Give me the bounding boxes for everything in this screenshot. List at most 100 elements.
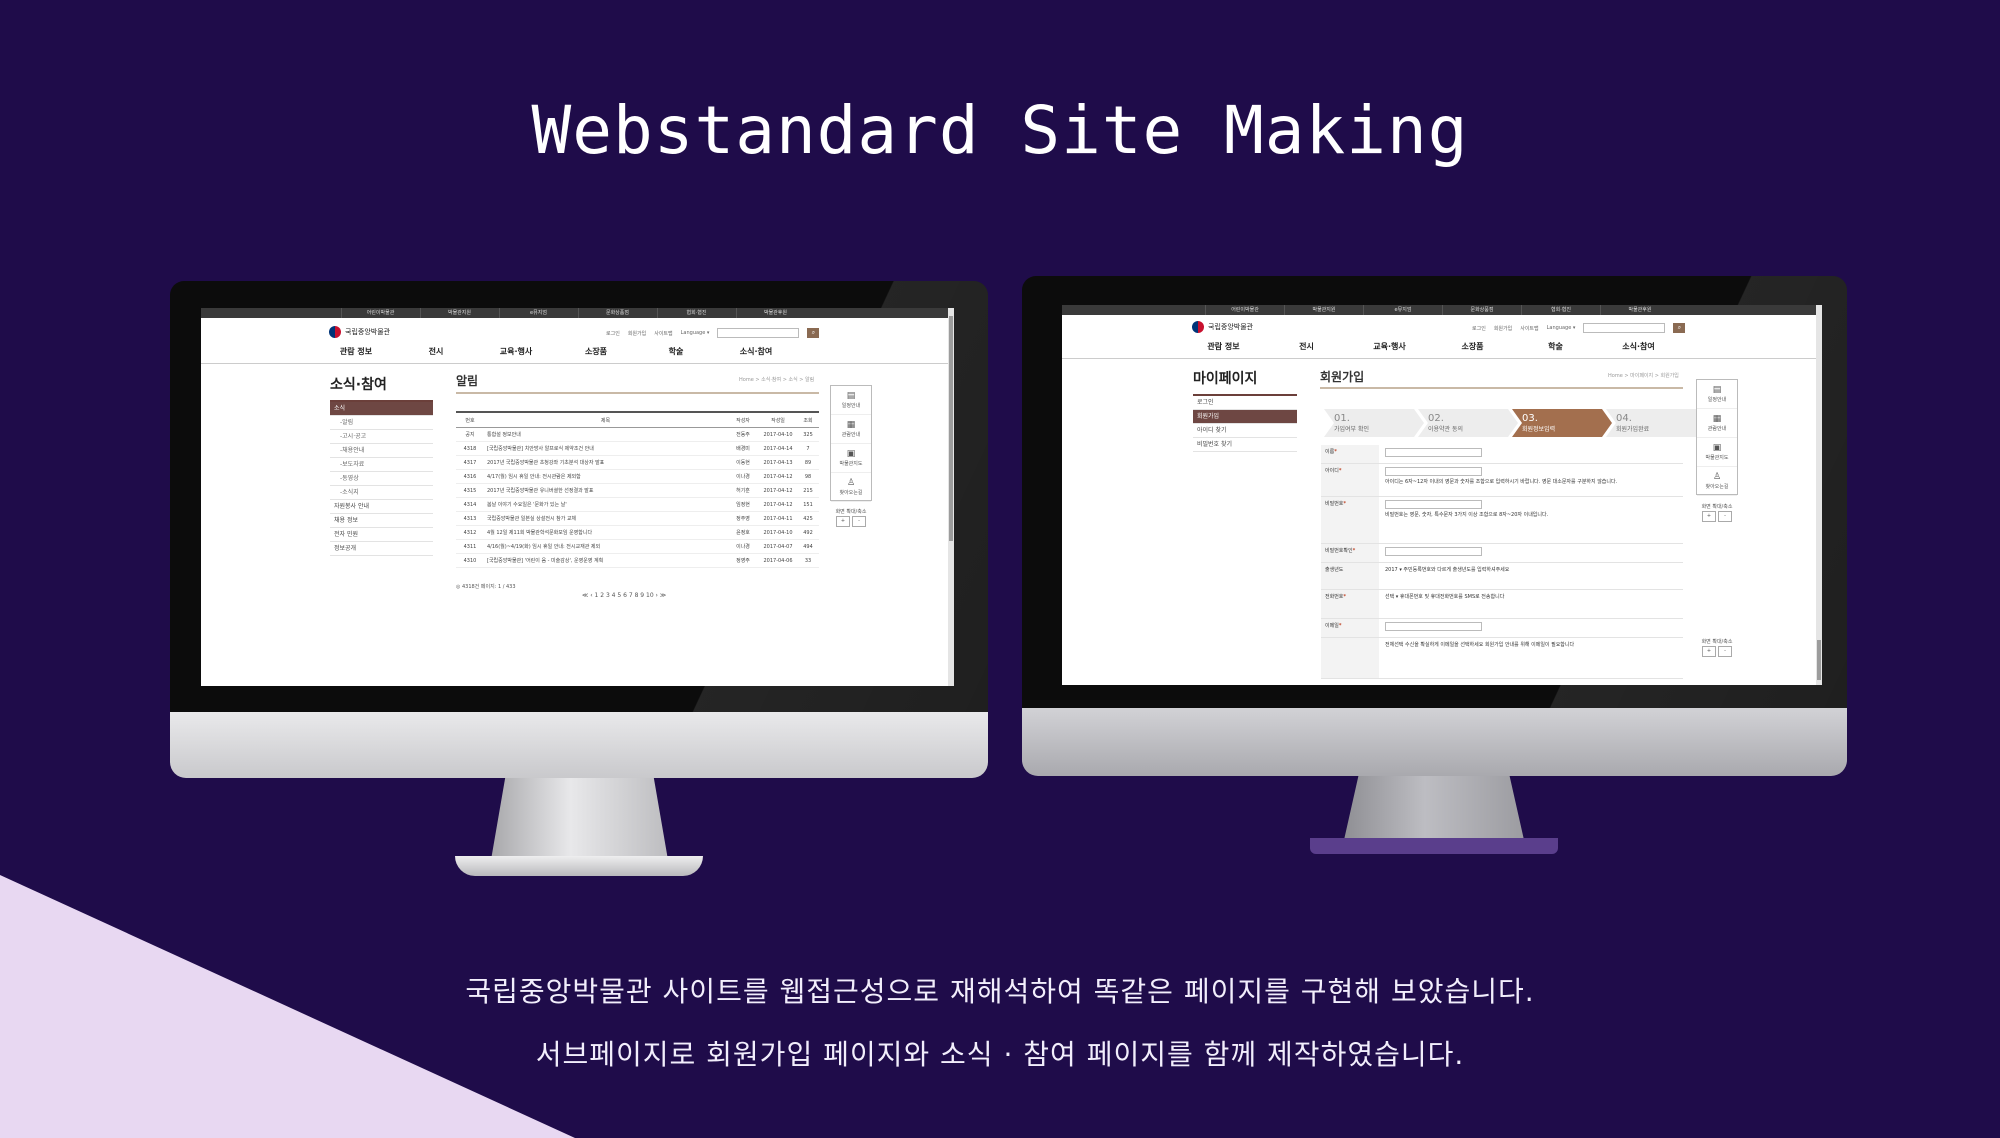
join-link[interactable]: 회원가입 bbox=[1494, 325, 1512, 332]
table-cell[interactable]: 4/16(월)~4/19(화) 임시 휴일 안내: 전시교재관 제외 bbox=[484, 539, 727, 554]
side-nav-item[interactable]: 로그인 bbox=[1193, 396, 1297, 410]
top-link[interactable]: 문화상품점 bbox=[1442, 305, 1521, 315]
language-select[interactable]: Language ▾ bbox=[1547, 325, 1576, 331]
table-row[interactable]: 4313 국립중앙박물관 일본실 상설전시 참가 교체 정주영 2017-04-11 4… bbox=[456, 511, 819, 526]
table-cell[interactable]: 4/17(월) 임시 휴일 안내: 전시관람은 제외함 bbox=[484, 469, 727, 484]
zoom-in-button[interactable]: + bbox=[1702, 646, 1716, 657]
side-nav-item[interactable]: 회원가입 bbox=[1193, 410, 1297, 424]
zoom-out-button[interactable]: - bbox=[1718, 511, 1732, 522]
password-confirm-input[interactable] bbox=[1385, 547, 1482, 556]
language-select[interactable]: Language ▾ bbox=[681, 330, 710, 336]
quick-map[interactable]: ▣ 박물관지도 bbox=[831, 444, 871, 473]
top-link[interactable]: e뮤지엄 bbox=[1363, 305, 1442, 315]
sitemap-link[interactable]: 사이트맵 bbox=[1520, 325, 1538, 332]
gnb-item[interactable]: 소장품 bbox=[1431, 341, 1514, 352]
login-link[interactable]: 로그인 bbox=[1472, 325, 1486, 332]
phone-select[interactable]: 선택 ▾ 휴대폰번호 및 휴대전화번호를 SMS로 전송합니다 bbox=[1379, 590, 1683, 618]
zoom-out-button[interactable]: - bbox=[1718, 646, 1732, 657]
scrollbar[interactable] bbox=[1816, 305, 1822, 685]
table-cell[interactable]: [국립중앙박물관] 치안방사 알프로식 제약조건 안내 bbox=[484, 441, 727, 456]
gnb-item[interactable]: 소장품 bbox=[556, 346, 636, 357]
side-nav-item[interactable]: 아이디 찾기 bbox=[1193, 424, 1297, 438]
table-row[interactable]: 4311 4/16(월)~4/19(화) 임시 휴일 안내: 전시교재관 제외 이나… bbox=[456, 539, 819, 554]
search-input[interactable] bbox=[717, 328, 800, 338]
side-nav-item[interactable]: 소식 bbox=[330, 402, 433, 416]
name-input[interactable] bbox=[1385, 448, 1482, 457]
side-nav-item[interactable]: -보도자료 bbox=[330, 458, 433, 472]
top-link[interactable]: 협회·협진 bbox=[1521, 305, 1600, 315]
id-input[interactable] bbox=[1385, 467, 1482, 476]
top-link[interactable]: 어린이박물관 bbox=[340, 308, 420, 318]
table-cell: 425 bbox=[797, 511, 819, 526]
table-cell[interactable]: 4월 12일 제11회 박물관학석문화모임 운영합니다 bbox=[484, 525, 727, 540]
table-row[interactable]: 4314 봄날 이야기 수요일은 '문화가 있는 날' 임정현 2017-04-12 1… bbox=[456, 497, 819, 512]
top-link[interactable]: 박물관지원 bbox=[419, 308, 499, 318]
login-link[interactable]: 로그인 bbox=[606, 330, 620, 337]
gnb-item[interactable]: 관람 정보 bbox=[316, 346, 396, 357]
quick-directions[interactable]: ♙ 찾아오는길 bbox=[1697, 467, 1737, 496]
top-link[interactable]: 박물관지원 bbox=[1284, 305, 1363, 315]
table-cell[interactable]: 2017년 국립중앙박물관 유니버셜한 선정결과 발표 bbox=[484, 483, 727, 498]
quick-schedule[interactable]: ▤ 일정안내 bbox=[831, 386, 871, 415]
password-input[interactable] bbox=[1385, 500, 1482, 509]
quick-schedule[interactable]: ▤ 일정안내 bbox=[1697, 380, 1737, 409]
side-nav-item[interactable]: -소식지 bbox=[330, 486, 433, 500]
side-nav-item[interactable]: 채용 정보 bbox=[330, 514, 433, 528]
side-nav-item[interactable]: 전자 민원 bbox=[330, 528, 433, 542]
sitemap-link[interactable]: 사이트맵 bbox=[654, 330, 672, 337]
top-link[interactable]: 협회·협진 bbox=[656, 308, 736, 318]
table-cell[interactable]: 봄날 이야기 수요일은 '문화가 있는 날' bbox=[484, 497, 727, 512]
search-icon[interactable]: ⌕ bbox=[807, 328, 820, 338]
quick-guide[interactable]: ▦ 관람안내 bbox=[831, 415, 871, 444]
top-link[interactable]: 문화상품점 bbox=[577, 308, 657, 318]
side-nav-item[interactable]: -동영상 bbox=[330, 472, 433, 486]
gnb-item[interactable]: 소식·참여 bbox=[1597, 341, 1680, 352]
pagination[interactable]: ≪ ‹ 1 2 3 4 5 6 7 8 9 10 › ≫ bbox=[582, 592, 666, 599]
table-row[interactable]: 4310 [국립중앙박물관] '어린이 음 - 미술감상', 운영운영 계획 정영주… bbox=[456, 553, 819, 568]
quick-guide[interactable]: ▦ 관람안내 bbox=[1697, 409, 1737, 438]
table-row[interactable]: 4312 4월 12일 제11회 박물관학석문화모임 운영합니다 윤정호 2017-0… bbox=[456, 525, 819, 540]
side-nav-item[interactable]: -알림 bbox=[330, 416, 433, 430]
top-link[interactable]: 박물관후원 bbox=[1600, 305, 1679, 315]
table-row[interactable]: 4315 2017년 국립중앙박물관 유니버셜한 선정결과 발표 허기훈 2017-0… bbox=[456, 483, 819, 498]
zoom-in-button[interactable]: + bbox=[1702, 511, 1716, 522]
quick-directions[interactable]: ♙ 찾아오는길 bbox=[831, 473, 871, 502]
side-nav-item[interactable]: -고시·공고 bbox=[330, 430, 433, 444]
gnb-item[interactable]: 관람 정보 bbox=[1182, 341, 1265, 352]
zoom-out-button[interactable]: - bbox=[852, 516, 866, 527]
birth-year-select[interactable]: 2017 ▾ 주민등록번호와 다르게 출생년도를 입력하셔주세요 bbox=[1379, 563, 1683, 589]
quick-map[interactable]: ▣ 박물관지도 bbox=[1697, 438, 1737, 467]
table-row[interactable]: 4316 4/17(월) 임시 휴일 안내: 전시관람은 제외함 이나경 2017-0… bbox=[456, 469, 819, 484]
gnb-item[interactable]: 교육·행사 bbox=[1348, 341, 1431, 352]
agree-options[interactable]: 전체선택 수신을 확실하게 이메일을 선택하세요 회원가입 안내를 위해 이메일… bbox=[1379, 638, 1683, 678]
top-link[interactable]: 박물관후원 bbox=[735, 308, 815, 318]
side-nav-item[interactable]: 정보공개 bbox=[330, 542, 433, 556]
top-link[interactable]: 어린이박물관 bbox=[1205, 305, 1284, 315]
gnb-item[interactable]: 전시 bbox=[1265, 341, 1348, 352]
top-link[interactable]: e뮤지엄 bbox=[498, 308, 578, 318]
search-icon[interactable]: ⌕ bbox=[1673, 323, 1686, 333]
table-cell[interactable]: 국립중앙박물관 일본실 상설전시 참가 교체 bbox=[484, 511, 727, 526]
table-cell[interactable]: 통합설 정보안내 bbox=[484, 427, 727, 442]
gnb-item[interactable]: 교육·행사 bbox=[476, 346, 556, 357]
email-input[interactable] bbox=[1385, 622, 1482, 631]
table-row[interactable]: 4318 [국립중앙박물관] 치안방사 알프로식 제약조건 안내 배경미 2017-0… bbox=[456, 441, 819, 456]
table-row[interactable]: 공지 통합설 정보안내 전동주 2017-04-10 325 bbox=[456, 427, 819, 442]
side-nav-item[interactable]: -채용안내 bbox=[330, 444, 433, 458]
table-row[interactable]: 4317 2017년 국립중앙박물관 초청강좌 기초분석 대상자 발표 이동현 201… bbox=[456, 455, 819, 470]
side-nav-item[interactable]: 자원봉사 안내 bbox=[330, 500, 433, 514]
table-cell[interactable]: [국립중앙박물관] '어린이 음 - 미술감상', 운영운영 계획 bbox=[484, 553, 727, 568]
side-nav-item[interactable]: 비밀번호 찾기 bbox=[1193, 438, 1297, 452]
gnb-item[interactable]: 소식·참여 bbox=[716, 346, 796, 357]
zoom-in-button[interactable]: + bbox=[836, 516, 850, 527]
table-cell[interactable]: 2017년 국립중앙박물관 초청강좌 기초분석 대상자 발표 bbox=[484, 455, 727, 470]
museum-logo[interactable]: 국립중앙박물관 bbox=[1192, 321, 1253, 333]
gnb-item[interactable]: 학술 bbox=[636, 346, 716, 357]
join-link[interactable]: 회원가입 bbox=[628, 330, 646, 337]
museum-logo[interactable]: 국립중앙박물관 bbox=[329, 326, 390, 338]
gnb-item[interactable]: 학술 bbox=[1514, 341, 1597, 352]
search-input[interactable] bbox=[1583, 323, 1666, 333]
monitor-chin bbox=[170, 712, 988, 778]
scrollbar[interactable] bbox=[948, 308, 954, 686]
gnb-item[interactable]: 전시 bbox=[396, 346, 476, 357]
